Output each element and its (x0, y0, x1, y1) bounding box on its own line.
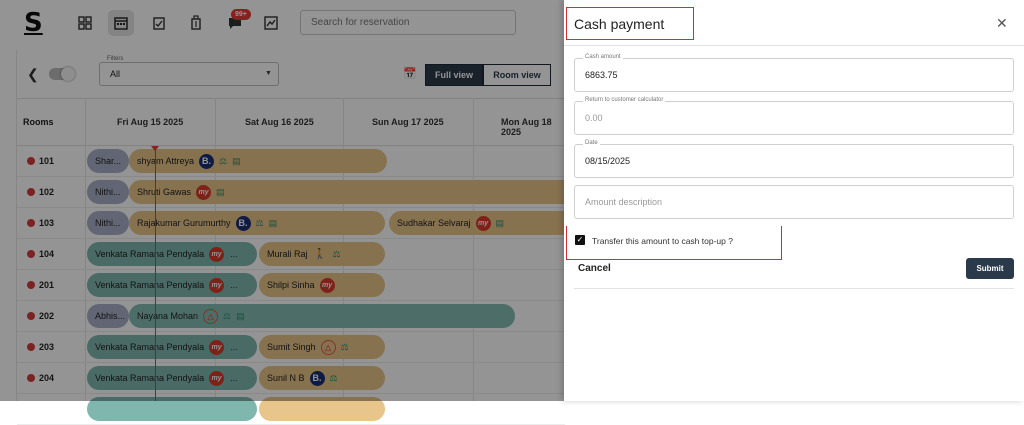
app-root: S 99+ Search for reservation ❮ All Filte… (0, 0, 1024, 425)
divider (574, 288, 1014, 289)
divider (564, 45, 1024, 46)
cancel-button[interactable]: Cancel (578, 263, 611, 274)
modal-backdrop[interactable] (0, 0, 564, 401)
amount-description-placeholder: Amount description (585, 197, 663, 207)
transfer-checkbox[interactable]: ✓ (575, 235, 585, 245)
return-calculator-label: Return to customer calculator (583, 97, 666, 103)
close-icon[interactable]: ✕ (996, 15, 1008, 32)
amount-description-field[interactable]: Amount description (574, 185, 1014, 219)
return-calculator-value: 0.00 (585, 113, 603, 123)
cash-amount-label: Cash amount (583, 54, 623, 60)
submit-button[interactable]: Submit (966, 258, 1014, 279)
cash-amount-value: 6863.75 (585, 70, 618, 80)
date-field[interactable]: Date 08/15/2025 (574, 140, 1014, 178)
return-calculator-field[interactable]: Return to customer calculator 0.00 (574, 97, 1014, 135)
date-label: Date (583, 140, 600, 146)
date-value: 08/15/2025 (585, 156, 631, 166)
transfer-checkbox-label[interactable]: Transfer this amount to cash top-up ? (592, 236, 733, 246)
cash-amount-field[interactable]: Cash amount 6863.75 (574, 54, 1014, 92)
drawer-title: Cash payment (574, 16, 665, 32)
